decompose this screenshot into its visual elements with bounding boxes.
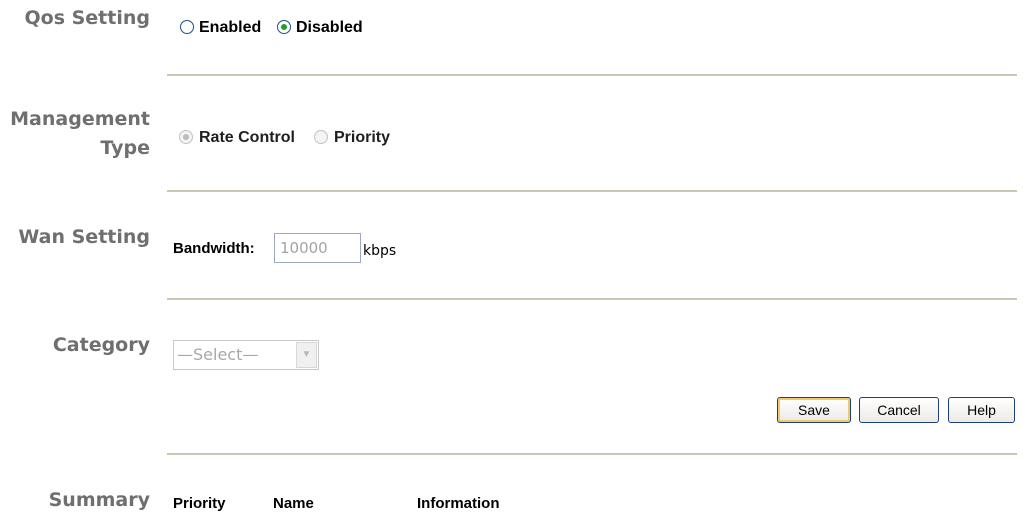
summary-column-name: Name <box>273 495 314 512</box>
wan-setting-label: Wan Setting <box>18 226 150 248</box>
qos-enabled-label[interactable]: Enabled <box>199 19 261 37</box>
divider <box>167 74 1017 76</box>
divider <box>167 190 1017 192</box>
radio-selected-dot <box>281 24 287 30</box>
rate-control-label[interactable]: Rate Control <box>199 129 295 147</box>
divider <box>167 298 1017 300</box>
cancel-button[interactable]: Cancel <box>859 397 939 423</box>
rate-control-radio[interactable] <box>179 130 193 144</box>
radio-selected-dot <box>183 134 189 140</box>
chevron-down-icon[interactable]: ▼ <box>296 342 317 368</box>
help-button[interactable]: Help <box>948 397 1015 423</box>
qos-enabled-radio[interactable] <box>180 20 194 34</box>
save-button[interactable]: Save <box>777 397 851 423</box>
category-select[interactable]: —Select— ▼ <box>173 340 319 370</box>
qos-setting-label: Qos Setting <box>24 7 150 29</box>
category-select-value: —Select— <box>177 345 259 364</box>
qos-disabled-label[interactable]: Disabled <box>296 19 363 37</box>
divider <box>167 453 1017 455</box>
priority-radio[interactable] <box>314 130 328 144</box>
bandwidth-unit: kbps <box>363 243 397 259</box>
bandwidth-label: Bandwidth: <box>173 240 255 257</box>
qos-disabled-radio[interactable] <box>277 20 291 34</box>
management-label-line2: Type <box>100 137 150 159</box>
summary-label: Summary <box>48 489 150 511</box>
summary-column-information: Information <box>417 495 500 512</box>
category-label: Category <box>52 334 150 356</box>
bandwidth-input[interactable]: 10000 <box>274 233 361 263</box>
management-label-line1: Management <box>10 108 150 130</box>
management-type-label: Management Type <box>10 105 150 163</box>
summary-column-priority: Priority <box>173 495 226 512</box>
priority-label[interactable]: Priority <box>334 129 390 147</box>
